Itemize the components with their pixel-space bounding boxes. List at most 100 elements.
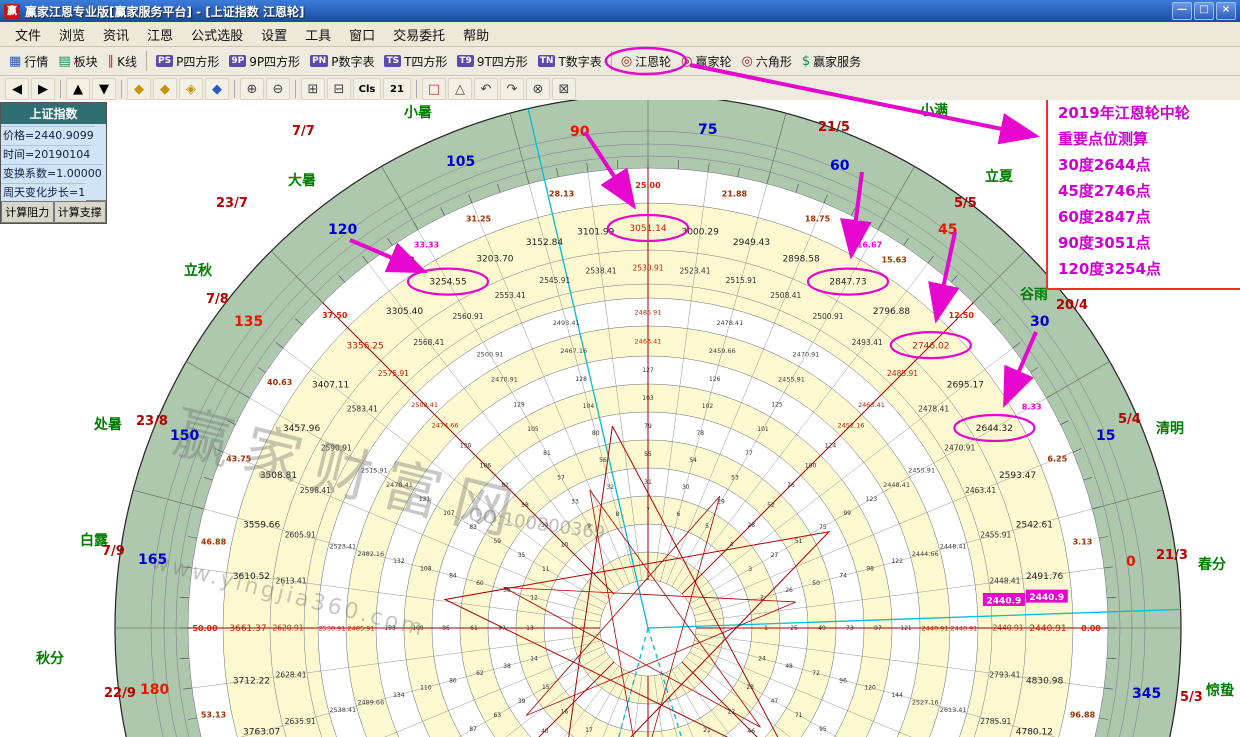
diamond-tool-2-button[interactable]: ◆ xyxy=(153,78,177,100)
draw-toolbar: ◀▶▲▼◆◆◈◆⊕⊖⊞⊟Cls21□△↶↷⊗⊠ xyxy=(0,76,1240,103)
toolbar-item-label: 赢家服务 xyxy=(813,53,861,70)
svg-text:4: 4 xyxy=(730,542,734,549)
toolbar-item-6[interactable]: PNP数字表 xyxy=(305,51,379,72)
zoom-out-button[interactable]: ⊖ xyxy=(266,78,290,100)
svg-text:76: 76 xyxy=(787,482,795,489)
toolbar-item-7[interactable]: TST四方形 xyxy=(379,51,452,72)
kline-icon: ∥ xyxy=(108,55,115,68)
menu-item-3[interactable]: 江恩 xyxy=(138,23,182,46)
svg-text:47: 47 xyxy=(771,698,779,705)
svg-text:0.00: 0.00 xyxy=(1081,624,1101,633)
scroll-down-button[interactable]: ▼ xyxy=(92,78,116,100)
svg-text:87: 87 xyxy=(469,726,477,733)
index-info-rows: 价格=2440.9099时间=20190104变换系数=1.00000周天变化步… xyxy=(1,124,106,200)
gann-wheel-canvas[interactable]: 2440.912491.762542.612593.472644.322695.… xyxy=(0,100,1240,737)
diamond-tool-3-button[interactable]: ◈ xyxy=(179,78,203,100)
app-logo-icon: 赢 xyxy=(4,4,20,19)
toolbar-item-1[interactable]: ▤板块 xyxy=(53,51,102,72)
svg-text:49: 49 xyxy=(818,625,826,632)
svg-text:3051.14: 3051.14 xyxy=(629,224,666,234)
toolbar-item-12[interactable]: ◎赢家轮 xyxy=(676,51,736,72)
svg-text:2478.41: 2478.41 xyxy=(716,319,743,327)
box-cross-tool-button[interactable]: ⊠ xyxy=(552,78,576,100)
toolbar-item-13[interactable]: ◎六角形 xyxy=(737,51,797,72)
svg-text:57: 57 xyxy=(557,474,565,481)
svg-text:2485.91: 2485.91 xyxy=(887,369,918,378)
toolbar-item-8[interactable]: T99T四方形 xyxy=(452,51,532,72)
nav-forward-button[interactable]: ▶ xyxy=(31,78,55,100)
arc-left-tool-button[interactable]: ↶ xyxy=(474,78,498,100)
toolbar-item-gann-wheel[interactable]: ◎江恩轮 xyxy=(616,51,676,72)
svg-text:3763.07: 3763.07 xyxy=(243,728,280,737)
svg-text:23: 23 xyxy=(746,684,754,691)
svg-text:12.50: 12.50 xyxy=(949,311,975,320)
menu-item-0[interactable]: 文件 xyxy=(6,23,50,46)
gann-wheel-icon: ◎ xyxy=(621,55,632,68)
menu-item-2[interactable]: 资讯 xyxy=(94,23,138,46)
scroll-up-button[interactable]: ▲ xyxy=(66,78,90,100)
arc-right-tool-button[interactable]: ↷ xyxy=(500,78,524,100)
toolbar-item-14[interactable]: $赢家服务 xyxy=(797,51,866,72)
toolbar-item-label: 六角形 xyxy=(756,53,792,70)
svg-text:2796.88: 2796.88 xyxy=(873,307,910,317)
toolbar-item-label: 行情 xyxy=(24,53,48,70)
toolbar-item-5[interactable]: 9P9P四方形 xyxy=(224,51,305,72)
svg-text:6: 6 xyxy=(677,511,681,518)
calc-resistance-button[interactable]: 计算阻力 xyxy=(1,201,54,223)
toolbar-item-0[interactable]: ▦行情 xyxy=(4,51,53,72)
menu-item-8[interactable]: 交易委托 xyxy=(384,23,454,46)
svg-text:2508.41: 2508.41 xyxy=(411,401,438,409)
cls-button-button[interactable]: Cls xyxy=(353,78,381,100)
zoom-in-button[interactable]: ⊕ xyxy=(240,78,264,100)
svg-text:4780.12: 4780.12 xyxy=(1016,728,1053,737)
index-name: 上证指数 xyxy=(1,103,106,124)
menu-bar: 文件浏览资讯江恩公式选股设置工具窗口交易委托帮助 xyxy=(0,22,1240,47)
svg-text:30: 30 xyxy=(682,484,690,491)
menu-item-7[interactable]: 窗口 xyxy=(340,23,384,46)
grid-tool-button[interactable]: ⊞ xyxy=(301,78,325,100)
toolbar-item-2[interactable]: ∥K线 xyxy=(103,51,142,72)
svg-text:2527.16: 2527.16 xyxy=(912,699,939,707)
rect-tool-button[interactable]: □ xyxy=(422,78,446,100)
diamond-tool-4-button[interactable]: ◆ xyxy=(205,78,229,100)
p-number-table-icon: PN xyxy=(310,55,328,67)
menu-item-1[interactable]: 浏览 xyxy=(50,23,94,46)
diamond-tool-1-button[interactable]: ◆ xyxy=(127,78,151,100)
svg-text:37: 37 xyxy=(498,625,506,632)
nav-back-button[interactable]: ◀ xyxy=(5,78,29,100)
svg-text:60: 60 xyxy=(476,580,484,587)
svg-text:2470.91: 2470.91 xyxy=(793,351,820,359)
index-info-panel: 上证指数 价格=2440.9099时间=20190104变换系数=1.00000… xyxy=(0,102,107,224)
svg-text:11: 11 xyxy=(542,566,550,573)
minimize-button[interactable]: — xyxy=(1172,2,1192,20)
toolbar-item-9[interactable]: TNT数字表 xyxy=(533,51,607,72)
svg-text:52: 52 xyxy=(767,502,775,509)
menu-item-6[interactable]: 工具 xyxy=(296,23,340,46)
svg-text:62: 62 xyxy=(476,670,484,677)
svg-text:48: 48 xyxy=(785,663,793,670)
menu-item-9[interactable]: 帮助 xyxy=(454,23,498,46)
toolbar-item-label: 9P四方形 xyxy=(249,53,300,70)
menu-item-4[interactable]: 公式选股 xyxy=(182,23,252,46)
svg-text:53.13: 53.13 xyxy=(201,710,226,719)
calc-support-button[interactable]: 计算支撑 xyxy=(54,201,107,223)
triangle-tool-button[interactable]: △ xyxy=(448,78,472,100)
calendar-21-button[interactable]: 21 xyxy=(383,78,411,100)
svg-text:2452.16: 2452.16 xyxy=(837,421,864,429)
annotation-line-6: 120度3254点 xyxy=(1058,256,1240,282)
list-tool-button[interactable]: ⊟ xyxy=(327,78,351,100)
toolbar-item-4[interactable]: PSP四方形 xyxy=(151,51,224,72)
svg-text:2553.41: 2553.41 xyxy=(495,291,526,300)
close-button[interactable]: × xyxy=(1216,2,1236,20)
svg-text:8: 8 xyxy=(616,511,620,518)
svg-text:100: 100 xyxy=(805,462,817,469)
svg-text:2530.91: 2530.91 xyxy=(632,264,663,273)
toolbar-item-label: T数字表 xyxy=(558,53,601,70)
svg-text:1: 1 xyxy=(764,625,768,632)
svg-text:28: 28 xyxy=(747,522,755,529)
circle-cross-tool-button[interactable]: ⊗ xyxy=(526,78,550,100)
menu-item-5[interactable]: 设置 xyxy=(252,23,296,46)
maximize-button[interactable]: □ xyxy=(1194,2,1214,20)
svg-text:40: 40 xyxy=(541,728,549,735)
svg-text:15: 15 xyxy=(542,684,550,691)
